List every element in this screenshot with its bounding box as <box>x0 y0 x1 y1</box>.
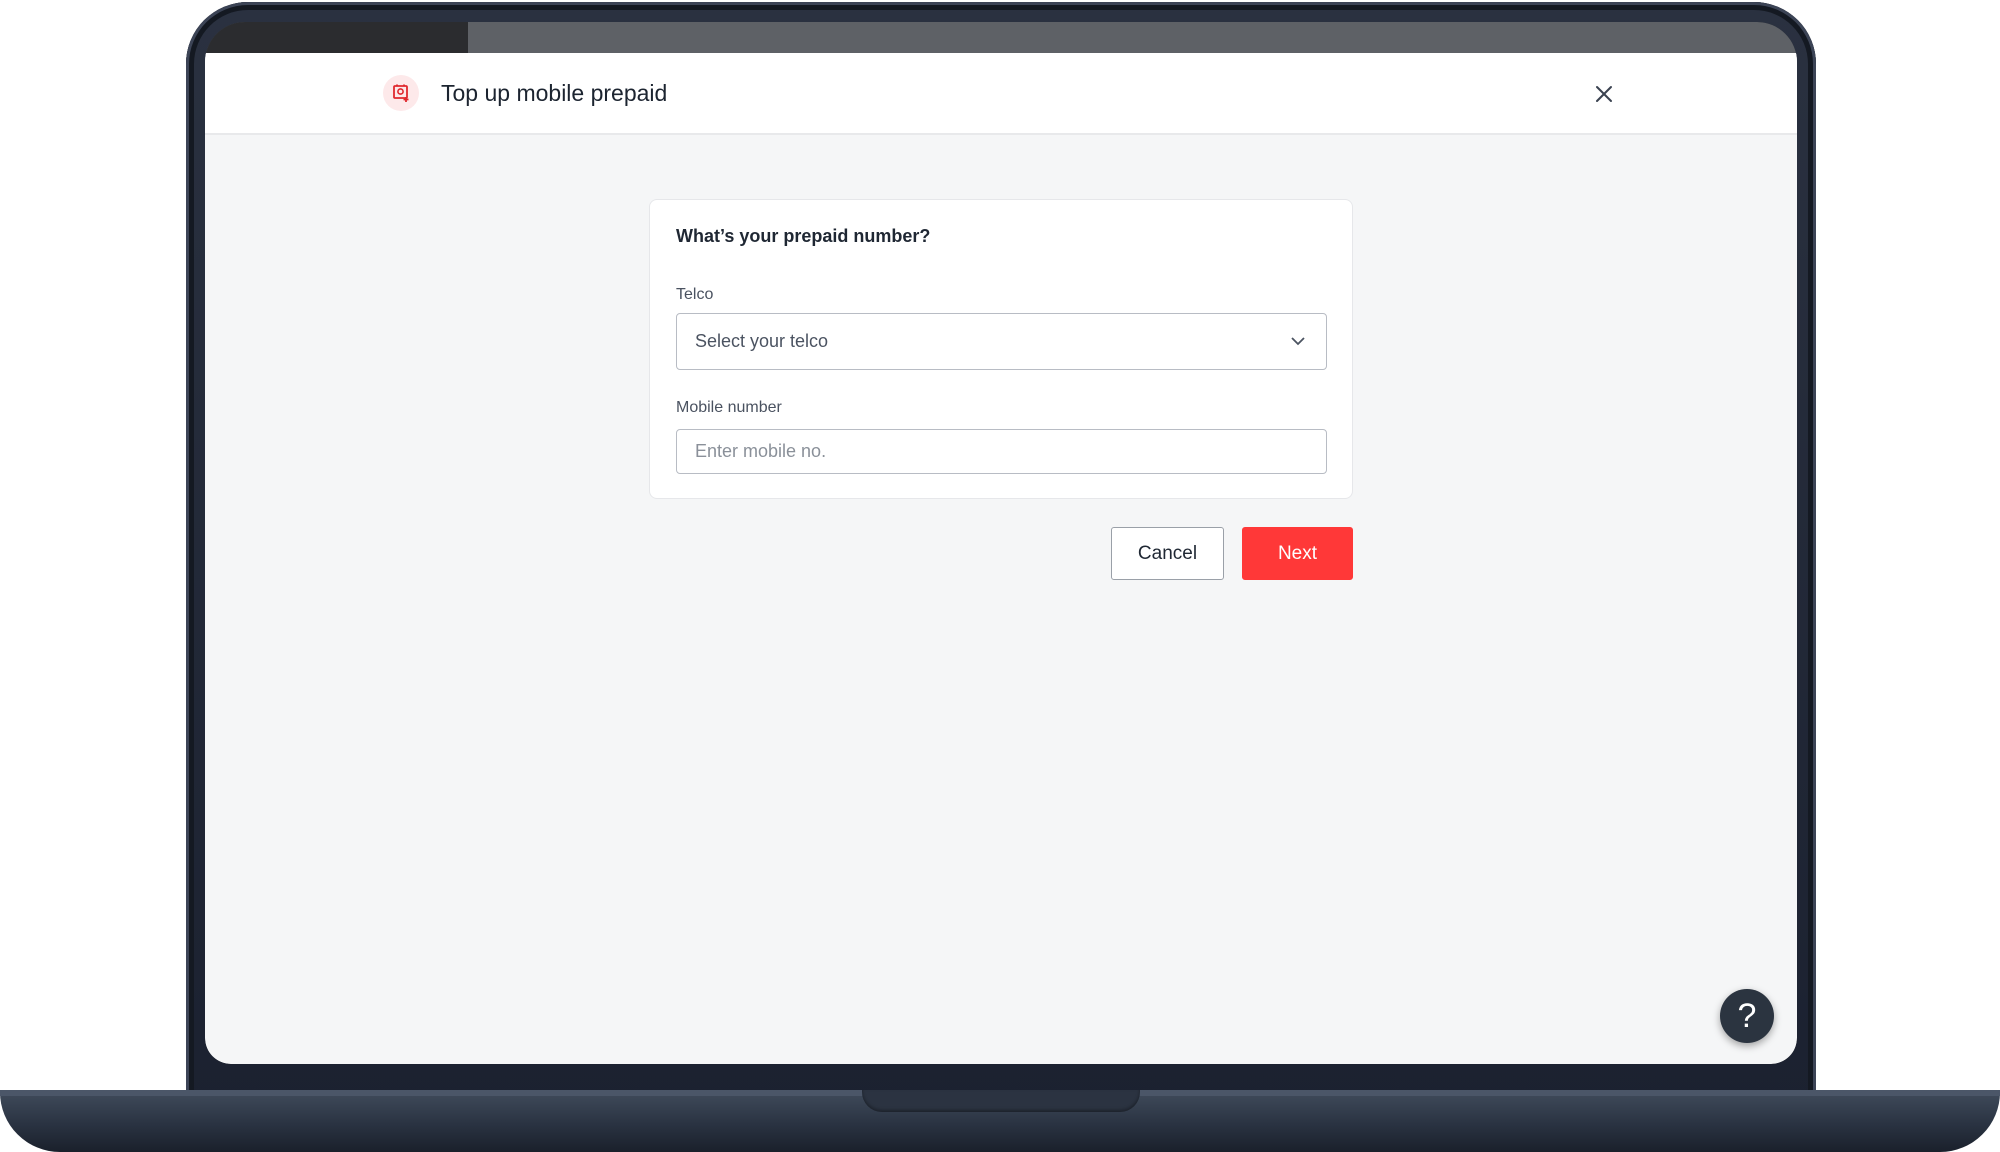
mobile-topup-icon <box>383 75 419 111</box>
prepaid-number-card: What’s your prepaid number? Telco Select… <box>649 199 1353 499</box>
mobile-number-input[interactable] <box>676 429 1327 474</box>
topup-dialog: Top up mobile prepaid What’s your prepai… <box>205 53 1797 1064</box>
close-icon <box>1596 86 1612 102</box>
laptop-screen: Top up mobile prepaid What’s your prepai… <box>205 22 1797 1064</box>
laptop-mockup: Top up mobile prepaid What’s your prepai… <box>0 0 2000 1152</box>
dialog-header: Top up mobile prepaid <box>205 53 1797 135</box>
card-heading: What’s your prepaid number? <box>676 226 931 246</box>
next-button[interactable]: Next <box>1242 527 1353 580</box>
telco-label: Telco <box>676 286 714 303</box>
background-window-logo-area <box>205 22 468 54</box>
close-button[interactable] <box>1589 79 1619 109</box>
cancel-button[interactable]: Cancel <box>1111 527 1224 580</box>
mobile-number-label: Mobile number <box>676 399 782 416</box>
laptop-hinge-notch <box>862 1090 1140 1112</box>
telco-select-placeholder: Select your telco <box>695 331 829 351</box>
telco-select[interactable]: Select your telco <box>676 313 1327 370</box>
help-button[interactable]: ? <box>1720 989 1774 1043</box>
chevron-down-icon <box>1291 337 1305 346</box>
dialog-title: Top up mobile prepaid <box>441 80 668 106</box>
